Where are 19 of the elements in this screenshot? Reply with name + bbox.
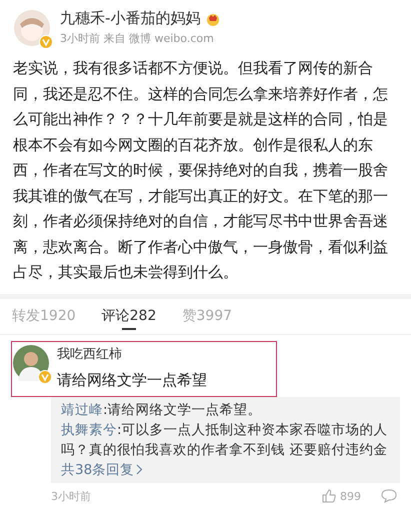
tab[interactable]: 评论282 [102,302,156,334]
like-button[interactable]: 899 [322,489,361,503]
avatar[interactable] [14,10,50,46]
reply-text: 靖过峰:请给网络文学一点希望。 [61,400,263,420]
chevron-icon [136,464,144,475]
post-text: 老实说，我有很多话都不方便说。但我看了网传的新合同，我还是忍不住。这样的合同怎么拿来培养好作者，怎么可能出神作？？？十几年前要是就是这样的合同，怕是根本不会有如今网文圈的百花齐放。创作是很私人的东西，作者在写文的时候，要保持绝对的自我，携着一股舍我其谁的傲气在写，才能写出真正的好文。在下笔的那一刻，作者必须保持绝对的自信，才能写尽书中世界舍吾迷离，悲欢离合。断了作者心中傲气，一身傲骨，看似利益占尽，其实最后也未尝得到什么。 [12,58,389,283]
crown-icon [206,12,220,26]
commenter-name[interactable]: 我吃西红柿 [57,344,207,362]
comment-time: 3小时前 [51,488,92,504]
avatar[interactable] [13,344,49,380]
author-name[interactable]: 九穗禾-小番茄的妈妈 [60,9,200,28]
comment-icon[interactable] [381,489,397,503]
post-meta: 3小时前 来自 微博 weibo.com [60,31,215,46]
thumbs-up-icon [322,489,336,503]
comment-text: 请给网络文学一点希望 [57,370,207,390]
reply-text: 执舞素兮:可以多一点人抵制这种资本家吞噬市场的人吗？真的很怕我喜欢的作者拿不到钱 还要赔付违约金 [61,420,389,460]
tab[interactable]: 转发1920 [12,302,76,334]
tab[interactable]: 赞3997 [182,302,232,334]
more-replies-link[interactable]: 共38条回复 [61,460,144,480]
